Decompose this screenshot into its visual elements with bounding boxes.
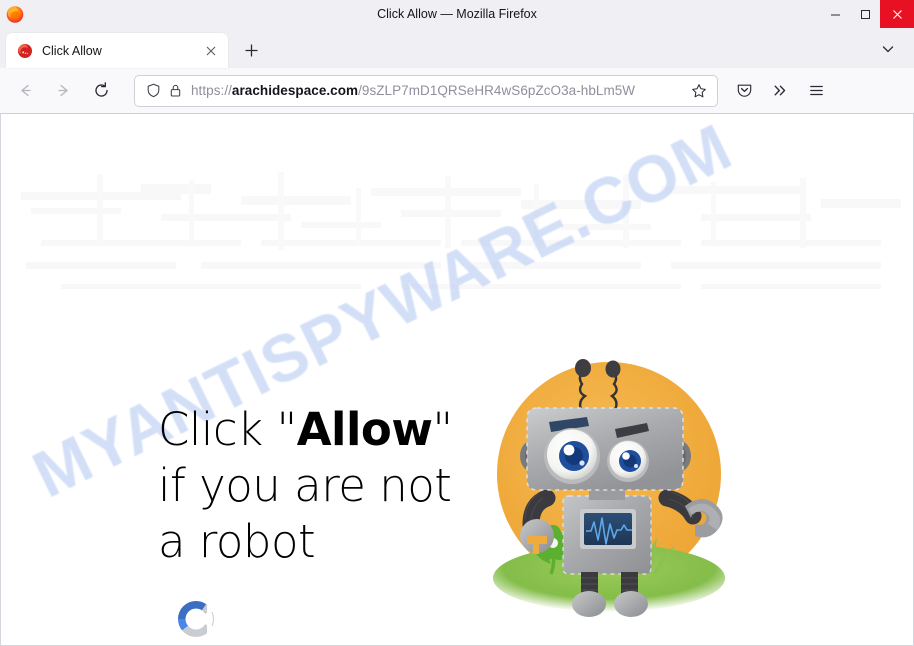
e-captcha-c-ring-icon (173, 596, 219, 642)
pocket-icon[interactable] (728, 75, 760, 107)
close-button[interactable] (880, 0, 914, 28)
chest-screen (580, 509, 636, 549)
title-bar: Click Allow — Mozilla Firefox (0, 0, 914, 28)
tab-favicon-icon (17, 43, 33, 59)
tab-close-icon[interactable] (202, 42, 220, 60)
headline-allow-word: Allow (296, 403, 433, 456)
url-text[interactable]: https://arachidespace.com/9sZLP7mD1QRSeH… (191, 76, 684, 106)
foot-left (572, 591, 606, 617)
url-bar[interactable]: https://arachidespace.com/9sZLP7mD1QRSeH… (134, 74, 718, 107)
url-scheme: https:// (191, 82, 232, 98)
reload-button[interactable] (84, 75, 118, 107)
navigation-toolbar: https://arachidespace.com/9sZLP7mD1QRSeH… (0, 68, 914, 114)
overflow-chevrons-icon[interactable] (764, 75, 796, 107)
eye-right (607, 440, 649, 482)
url-host: arachidespace.com (231, 82, 359, 98)
tracking-protection-shield-icon[interactable] (144, 82, 162, 100)
tab-strip: Click Allow (0, 28, 914, 68)
antenna-bulb-right (605, 360, 621, 378)
firefox-logo-icon (5, 4, 25, 24)
new-tab-button[interactable] (236, 35, 266, 65)
e-captcha-badge: E-CAPTCHA (162, 596, 230, 645)
bookmark-star-icon[interactable] (688, 80, 710, 102)
eye-left (544, 428, 600, 484)
firefox-browser-window: Click Allow — Mozilla Firefox Click Allo… (0, 0, 914, 646)
antenna-bulb-left (575, 359, 591, 377)
app-menu-icon[interactable] (800, 75, 832, 107)
maximize-button[interactable] (850, 0, 880, 28)
robot-illustration (485, 346, 747, 626)
window-title: Click Allow — Mozilla Firefox (377, 7, 537, 21)
headline-prefix: Click " (158, 403, 297, 456)
page-headline: Click "Allow" if you are not a robot (158, 402, 488, 570)
back-button[interactable] (8, 75, 42, 107)
minimize-button[interactable] (820, 0, 850, 28)
page-content-area: MYANTISPYWARE.COM Click "Allow" if you a… (0, 114, 914, 646)
cartoon-robot-illustration-svg (493, 359, 725, 617)
forward-button[interactable] (46, 75, 80, 107)
tab-title: Click Allow (42, 43, 102, 58)
padlock-icon[interactable] (166, 82, 184, 100)
browser-tab[interactable]: Click Allow (6, 33, 228, 68)
list-all-tabs-chevron-down-icon[interactable] (872, 33, 904, 65)
window-controls (820, 0, 914, 28)
url-path: /9sZLP7mD1QRSeHR4wS6pZcO3a-hbLm5W (358, 82, 636, 98)
foot-right (614, 591, 648, 617)
